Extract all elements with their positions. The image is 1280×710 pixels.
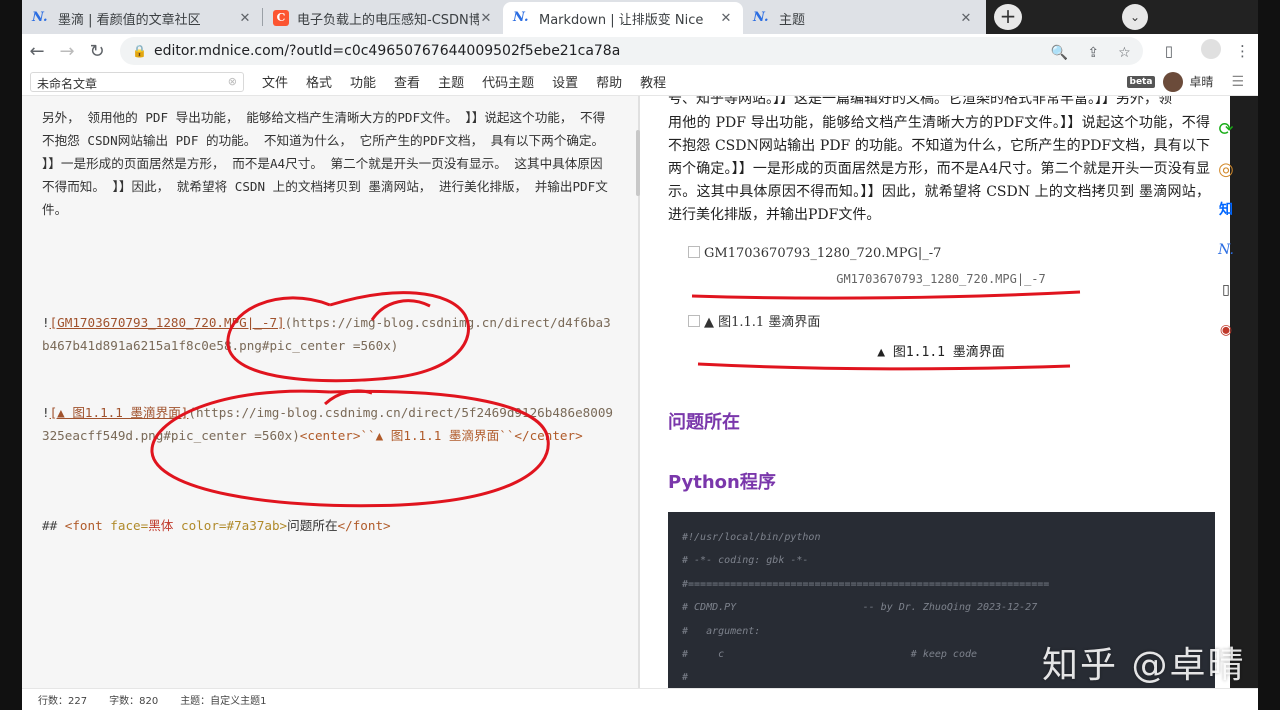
markdown-editor[interactable]: 另外， 领用他的 PDF 导出功能， 能够给文档产生清晰大方的PDF文件。 】】… (22, 96, 638, 688)
tab-markdown-nice[interactable]: N. Markdown | 让排版变 Nice ✕ (503, 2, 743, 34)
share-icon[interactable]: ⇪ (1087, 45, 1099, 61)
menu-file[interactable]: 文件 (262, 72, 288, 91)
close-icon[interactable]: ✕ (479, 11, 493, 26)
md-heading-hash: ## (42, 518, 58, 533)
md-center-tag: <center>``▲ 图1.1.1 墨滴界面``</center> (299, 428, 583, 443)
theme-status: 主题：自定义主题1 (180, 696, 267, 707)
user-avatar[interactable] (1163, 71, 1184, 92)
editor-image-line-2[interactable]: ![▲ 图1.1.1 墨滴界面](https://img-blog.csdnim… (42, 401, 614, 447)
tab-csdn[interactable]: C 电子负载上的电压感知-CSDN博客 ✕ (263, 2, 503, 34)
broken-image-icon (688, 246, 700, 258)
mdnice-icon: N. (32, 10, 48, 25)
lock-icon[interactable]: 🔒 (132, 44, 148, 58)
mdnice-icon[interactable]: N. (1212, 236, 1240, 276)
image-alt-text: ▲ 图1.1.1 墨滴界面 (704, 315, 821, 330)
tab-label: 主题 (779, 12, 806, 28)
window-border-left (0, 0, 22, 710)
tab-label: 电子负载上的电压感知-CSDN博客 (297, 12, 479, 28)
screen: N. 墨滴 | 看颜值的文章社区 ✕ C 电子负载上的电压感知-CSDN博客 ✕… (0, 0, 1280, 710)
md-color-value: #7a37ab> (226, 518, 288, 533)
code-line: # CDMD.PY -- by Dr. ZhuoQing 2023-12-27 (682, 602, 1038, 614)
md-image-alt: [▲ 图1.1.1 墨滴界面] (49, 405, 189, 420)
theme-icon[interactable]: ◎ (1212, 156, 1240, 196)
mobile-icon[interactable]: ▯ (1212, 276, 1240, 316)
window-border-right (1258, 0, 1280, 710)
reload-icon[interactable]: ↻ (82, 41, 112, 62)
editor-paragraph[interactable]: 另外， 领用他的 PDF 导出功能， 能够给文档产生清晰大方的PDF文件。 】】… (42, 106, 614, 221)
editor-image-line-1[interactable]: ![GM1703670793_1280_720.MPG|_-7](https:/… (42, 311, 614, 357)
tab-strip-extension: + ⌄ (986, 0, 1258, 34)
mdnice-icon: N. (753, 10, 769, 25)
editor-menubar: 未命名文章 ⊗ 文件 格式 功能 查看 主题 代码主题 设置 帮助 教程 bet… (22, 68, 1258, 96)
image-caption-2: ▲ 图1.1.1 墨滴界面 (877, 345, 1005, 360)
side-toolbar: ⟳ ◎ 知 N. ▯ ◉ (1212, 116, 1240, 356)
menu-tutorial[interactable]: 教程 (640, 72, 666, 91)
md-bang: ! (42, 315, 50, 330)
sidepanel-icon[interactable]: ▯ (1165, 42, 1173, 60)
md-image-alt: [GM1703670793_1280_720.MPG|_-7] (49, 315, 285, 330)
bookmark-star-icon[interactable]: ☆ (1118, 45, 1131, 61)
char-count: 字数：820 (109, 696, 159, 707)
status-bar: 行数：227 字数：820 主题：自定义主题1 (22, 688, 1258, 710)
md-font-open: <font (64, 518, 103, 533)
user-name[interactable]: 卓晴 (1189, 73, 1213, 90)
tab-mdnice-community[interactable]: N. 墨滴 | 看颜值的文章社区 ✕ (22, 2, 262, 34)
md-bang: ! (42, 405, 50, 420)
preview-paragraph: 用他的 PDF 导出功能，能够给文档产生清晰大方的PDF文件。】】说起这个功能，… (668, 115, 1210, 223)
menu-format[interactable]: 格式 (306, 72, 332, 91)
broken-image-icon (688, 315, 700, 327)
tab-label: Markdown | 让排版变 Nice (539, 12, 704, 28)
preview-pane: 号、知乎等网站。】】这是一篇编辑好的文稿。它渲染的格式非常丰富。】】另外，领 用… (640, 96, 1230, 688)
new-tab-button[interactable]: + (994, 4, 1022, 30)
more-menu-icon[interactable]: ⋮ (1235, 42, 1250, 60)
beta-badge: beta (1126, 75, 1156, 88)
menu-theme[interactable]: 主题 (438, 72, 464, 91)
menu-settings[interactable]: 设置 (552, 72, 578, 91)
md-heading-text: 问题所在 (287, 518, 338, 533)
mdnice-icon: N. (513, 10, 529, 25)
zhihu-icon[interactable]: 知 (1212, 196, 1240, 236)
editor-heading-line[interactable]: ## <font face=黑体 color=#7a37ab>问题所在</fon… (42, 514, 614, 537)
heading-problem: 问题所在 (668, 412, 740, 433)
code-line: #!/usr/local/bin/python (682, 532, 821, 543)
doc-title-text: 未命名文章 (37, 76, 98, 91)
chrome-icon[interactable]: ◉ (1212, 316, 1240, 356)
document-icon[interactable]: ☰ (1231, 74, 1244, 90)
menu-function[interactable]: 功能 (350, 72, 376, 91)
image-caption-1: GM1703670793_1280_720.MPG|_-7 (836, 272, 1046, 286)
doc-title-input[interactable]: 未命名文章 ⊗ (30, 71, 244, 92)
forward-icon[interactable]: → (52, 41, 82, 62)
preview-image-2: ▲ 图1.1.1 墨滴界面 (688, 311, 820, 330)
code-line: # -*- coding: gbk -*- (682, 555, 809, 567)
md-face-value: 黑体 (148, 518, 174, 533)
zoom-icon[interactable]: 🔍 (1051, 45, 1068, 61)
md-color-attr: color= (180, 518, 227, 533)
profile-avatar[interactable] (1187, 39, 1221, 63)
address-bar[interactable]: 🔒 editor.mdnice.com/?outId=c0c4965076764… (120, 37, 1143, 65)
tab-label: 墨滴 | 看颜值的文章社区 (58, 12, 201, 28)
close-icon[interactable]: ✕ (238, 11, 252, 26)
preview-partial-line: 号、知乎等网站。】】这是一篇编辑好的文稿。它渲染的格式非常丰富。】】另外，领 (668, 96, 1172, 107)
sync-icon[interactable]: ⟳ (1212, 116, 1240, 156)
url-text[interactable]: editor.mdnice.com/?outId=c0c496507676440… (148, 43, 1037, 59)
line-count: 行数：227 (38, 696, 88, 707)
csdn-icon: C (273, 10, 289, 26)
heading-python: Python程序 (668, 472, 776, 493)
menu-help[interactable]: 帮助 (596, 72, 622, 91)
md-face-attr: face= (110, 518, 149, 533)
browser-toolbar: ← → ↻ 🔒 editor.mdnice.com/?outId=c0c4965… (22, 34, 1258, 68)
tab-theme[interactable]: N. 主题 ✕ (743, 2, 983, 34)
md-font-close: </font> (337, 518, 391, 533)
close-icon[interactable]: ✕ (719, 11, 733, 26)
zhihu-watermark: 知乎 @卓晴 (1042, 645, 1246, 686)
menu-code-theme[interactable]: 代码主题 (482, 72, 534, 91)
back-icon[interactable]: ← (22, 41, 52, 62)
image-alt-text: GM1703670793_1280_720.MPG|_-7 (704, 246, 942, 261)
tab-search-button[interactable]: ⌄ (1122, 4, 1148, 30)
clear-icon[interactable]: ⊗ (228, 75, 237, 88)
preview-image-1: GM1703670793_1280_720.MPG|_-7 (688, 246, 941, 261)
menu-view[interactable]: 查看 (394, 72, 420, 91)
close-icon[interactable]: ✕ (959, 11, 973, 26)
code-line: #=======================================… (682, 578, 1050, 590)
